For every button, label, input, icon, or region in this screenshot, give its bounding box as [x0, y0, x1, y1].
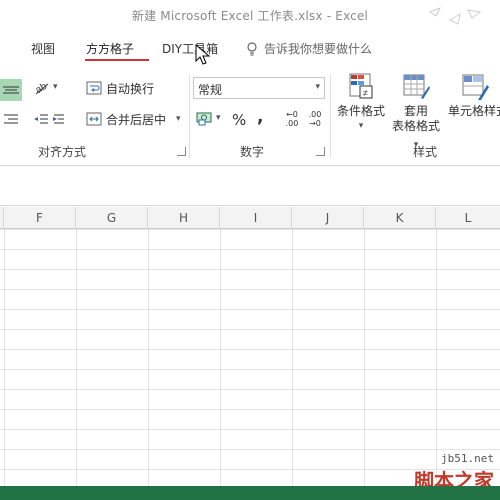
- cell-styles-label: 单元格样式: [448, 104, 500, 118]
- styles-group-label: 样式: [413, 145, 438, 159]
- column-header-l[interactable]: L: [436, 207, 500, 229]
- column-header-i[interactable]: I: [220, 207, 292, 229]
- cell-styles-icon: [462, 74, 489, 100]
- accounting-format-button[interactable]: ▾: [196, 110, 221, 126]
- decrease-decimal-bottom: →0: [309, 119, 321, 128]
- column-header-k[interactable]: K: [364, 207, 436, 229]
- percent-button[interactable]: %: [232, 111, 246, 129]
- format-as-table-button[interactable]: 套用 表格格式 ▾: [389, 72, 443, 153]
- number-dialog-launcher[interactable]: [316, 147, 325, 156]
- number-format-value: 常规: [198, 83, 223, 97]
- svg-text:≠: ≠: [363, 88, 368, 98]
- grid-line: [364, 229, 365, 486]
- chevron-down-icon: ▾: [216, 113, 221, 123]
- decrease-decimal-button[interactable]: .00 →0: [305, 110, 325, 128]
- increase-decimal-bottom: .00: [285, 119, 299, 128]
- formula-bar[interactable]: [0, 166, 500, 206]
- cell-styles-button[interactable]: 单元格样式: [448, 72, 500, 119]
- alignment-dialog-launcher[interactable]: [177, 147, 186, 156]
- tell-me-label: 告诉我你想要做什么: [264, 42, 373, 56]
- group-divider: [189, 74, 190, 158]
- alignment-group-label: 对齐方式: [38, 145, 87, 159]
- grid-line: [436, 229, 437, 486]
- group-divider: [330, 74, 331, 158]
- status-bar: [0, 486, 500, 500]
- column-header-h[interactable]: H: [148, 207, 220, 229]
- grid-line: [4, 229, 5, 486]
- watermark-url: jb51.net: [441, 452, 494, 465]
- window-title: 新建 Microsoft Excel 工作表.xlsx - Excel: [131, 9, 369, 23]
- active-tab-indicator: [85, 59, 149, 61]
- lightbulb-icon: [247, 41, 257, 56]
- grid-line: [76, 229, 77, 486]
- decoration-icon: [428, 7, 482, 25]
- orientation-button[interactable]: ab ▾: [33, 78, 58, 96]
- tell-me-box[interactable]: 告诉我你想要做什么: [246, 40, 372, 57]
- align-right-icon[interactable]: [0, 110, 20, 130]
- chevron-down-icon: ▾: [358, 121, 364, 131]
- ribbon: ab ▾ 自动换行 合并后居中 ▾ 对齐方式 常规 ▾ ▾ % , ←0 .00…: [0, 66, 500, 166]
- wrap-text-icon: [86, 81, 102, 95]
- merge-center-label: 合并后居中: [106, 112, 167, 127]
- column-header-g[interactable]: G: [76, 207, 148, 229]
- cell-grid[interactable]: [0, 229, 500, 486]
- text-orientation-icon: ab: [34, 81, 50, 96]
- tab-fangfang[interactable]: 方方格子: [86, 40, 134, 57]
- number-group-label: 数字: [240, 145, 265, 159]
- grid-line: [148, 229, 149, 486]
- decrease-decimal-top: .00: [308, 110, 322, 119]
- merge-center-button[interactable]: 合并后居中 ▾: [86, 108, 181, 130]
- ribbon-tabs: 视图 方方格子 DIY工具箱 告诉我你想要做什么: [0, 32, 500, 64]
- title-bar: 新建 Microsoft Excel 工作表.xlsx - Excel: [0, 0, 500, 30]
- mouse-cursor-icon: [195, 44, 211, 65]
- chevron-down-icon[interactable]: ▾: [176, 114, 181, 124]
- chevron-down-icon: ▾: [53, 82, 58, 92]
- grid-line: [220, 229, 221, 486]
- column-header-j[interactable]: J: [292, 207, 364, 229]
- format-table-icon: [403, 74, 430, 99]
- chevron-down-icon: ▾: [315, 82, 320, 92]
- comma-button[interactable]: ,: [257, 107, 263, 127]
- column-headers: F G H I J K L: [0, 207, 500, 229]
- increase-decimal-button[interactable]: ←0 .00: [282, 110, 302, 128]
- merge-cells-icon: [86, 112, 102, 126]
- grid-line: [292, 229, 293, 486]
- wrap-text-label: 自动换行: [106, 81, 155, 96]
- align-lines-icon: [3, 86, 19, 94]
- number-format-select[interactable]: 常规 ▾: [193, 77, 325, 99]
- conditional-format-button[interactable]: ≠ 条件格式 ▾: [334, 72, 388, 134]
- format-table-label-2: 表格格式: [391, 119, 440, 133]
- conditional-format-icon: ≠: [349, 73, 373, 99]
- increase-decimal-top: ←0: [286, 110, 298, 119]
- tab-view[interactable]: 视图: [31, 40, 55, 57]
- column-header-f[interactable]: F: [4, 207, 76, 229]
- wrap-text-button[interactable]: 自动换行: [86, 77, 154, 99]
- indent-icons[interactable]: [32, 110, 68, 130]
- align-center-button[interactable]: [0, 79, 22, 101]
- conditional-format-label: 条件格式: [336, 104, 385, 118]
- format-table-label-1: 套用: [403, 104, 428, 118]
- currency-icon: [196, 112, 212, 126]
